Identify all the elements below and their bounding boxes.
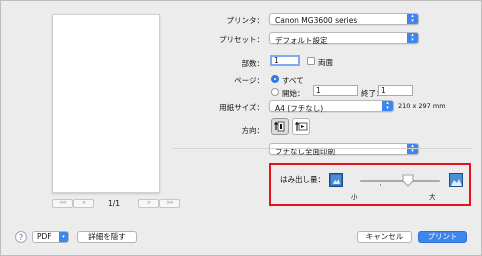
paper-dimensions: 210 x 297 mm — [398, 102, 446, 110]
bleed-min-icon[interactable] — [329, 173, 343, 187]
page-preview — [52, 14, 160, 193]
bleed-slider-thumb[interactable] — [402, 174, 414, 187]
pages-from-input[interactable]: 1 — [313, 85, 358, 96]
paper-size-value: A4 (フチなし) — [275, 103, 324, 113]
pages-label: ページ： — [234, 76, 264, 85]
orientation-label: 方向： — [241, 126, 265, 135]
paper-size-select[interactable]: A4 (フチなし) ▴ ▾ — [269, 100, 394, 113]
chevron-down-icon: ▾ — [59, 232, 68, 242]
image-small-icon — [331, 175, 341, 185]
print-button[interactable]: プリント — [418, 231, 467, 243]
duplex-checkbox[interactable] — [307, 57, 315, 65]
preset-select[interactable]: デフォルト設定 ▴ ▾ — [269, 32, 419, 45]
next-page-button[interactable]: > — [138, 199, 159, 208]
slider-tick — [380, 184, 381, 186]
chevron-updown-icon: ▴ ▾ — [407, 33, 418, 43]
footer: ? PDF ▾ 詳細を隠す キャンセル プリント — [1, 227, 481, 255]
copies-label: 部数： — [241, 59, 265, 68]
last-page-button[interactable]: >> — [159, 199, 180, 208]
pdf-menu-button[interactable]: PDF ▾ — [32, 231, 69, 243]
chevron-updown-icon: ▴ ▾ — [382, 101, 393, 111]
page-indicator: 1/1 — [108, 199, 121, 208]
bleed-max-label: 大 — [429, 193, 436, 201]
pages-to-input[interactable]: 1 — [378, 85, 413, 96]
bleed-label: はみ出し量： — [280, 175, 325, 184]
chevron-updown-icon: ▴ ▾ — [407, 144, 418, 154]
pdf-label: PDF — [37, 232, 52, 241]
portrait-icon — [274, 121, 285, 132]
preset-value: デフォルト設定 — [275, 35, 328, 45]
pages-range-radio[interactable] — [271, 88, 279, 96]
pages-all-label: すべて — [282, 76, 304, 85]
print-dialog: << < 1/1 > >> プリンタ： Canon MG3600 series … — [0, 0, 482, 256]
divider — [173, 148, 473, 149]
help-button[interactable]: ? — [15, 231, 27, 243]
pages-all-radio[interactable] — [271, 75, 279, 83]
cancel-button[interactable]: キャンセル — [357, 231, 412, 243]
paper-size-label: 用紙サイズ： — [219, 103, 264, 112]
landscape-icon — [295, 121, 308, 131]
landscape-button[interactable] — [292, 118, 310, 135]
bleed-slider-track[interactable] — [360, 180, 440, 182]
pages-from-label: 開始： — [282, 89, 305, 98]
prev-page-button[interactable]: < — [73, 199, 94, 208]
section-select[interactable]: フチなし全面印刷 ▴ ▾ — [269, 143, 419, 156]
printer-value: Canon MG3600 series — [275, 15, 358, 25]
printer-select[interactable]: Canon MG3600 series ▴ ▾ — [269, 13, 419, 25]
portrait-button[interactable] — [271, 118, 289, 135]
image-large-icon — [450, 174, 462, 186]
bleed-max-icon[interactable] — [449, 173, 463, 187]
chevron-updown-icon: ▴ ▾ — [407, 14, 418, 24]
duplex-label: 両面 — [318, 58, 333, 67]
printer-label: プリンタ： — [226, 16, 265, 25]
hide-details-button[interactable]: 詳細を隠す — [77, 231, 137, 243]
preset-label: プリセット： — [219, 35, 264, 44]
first-page-button[interactable]: << — [52, 199, 73, 208]
copies-input[interactable]: 1 — [270, 55, 300, 66]
bleed-min-label: 小 — [351, 193, 358, 201]
